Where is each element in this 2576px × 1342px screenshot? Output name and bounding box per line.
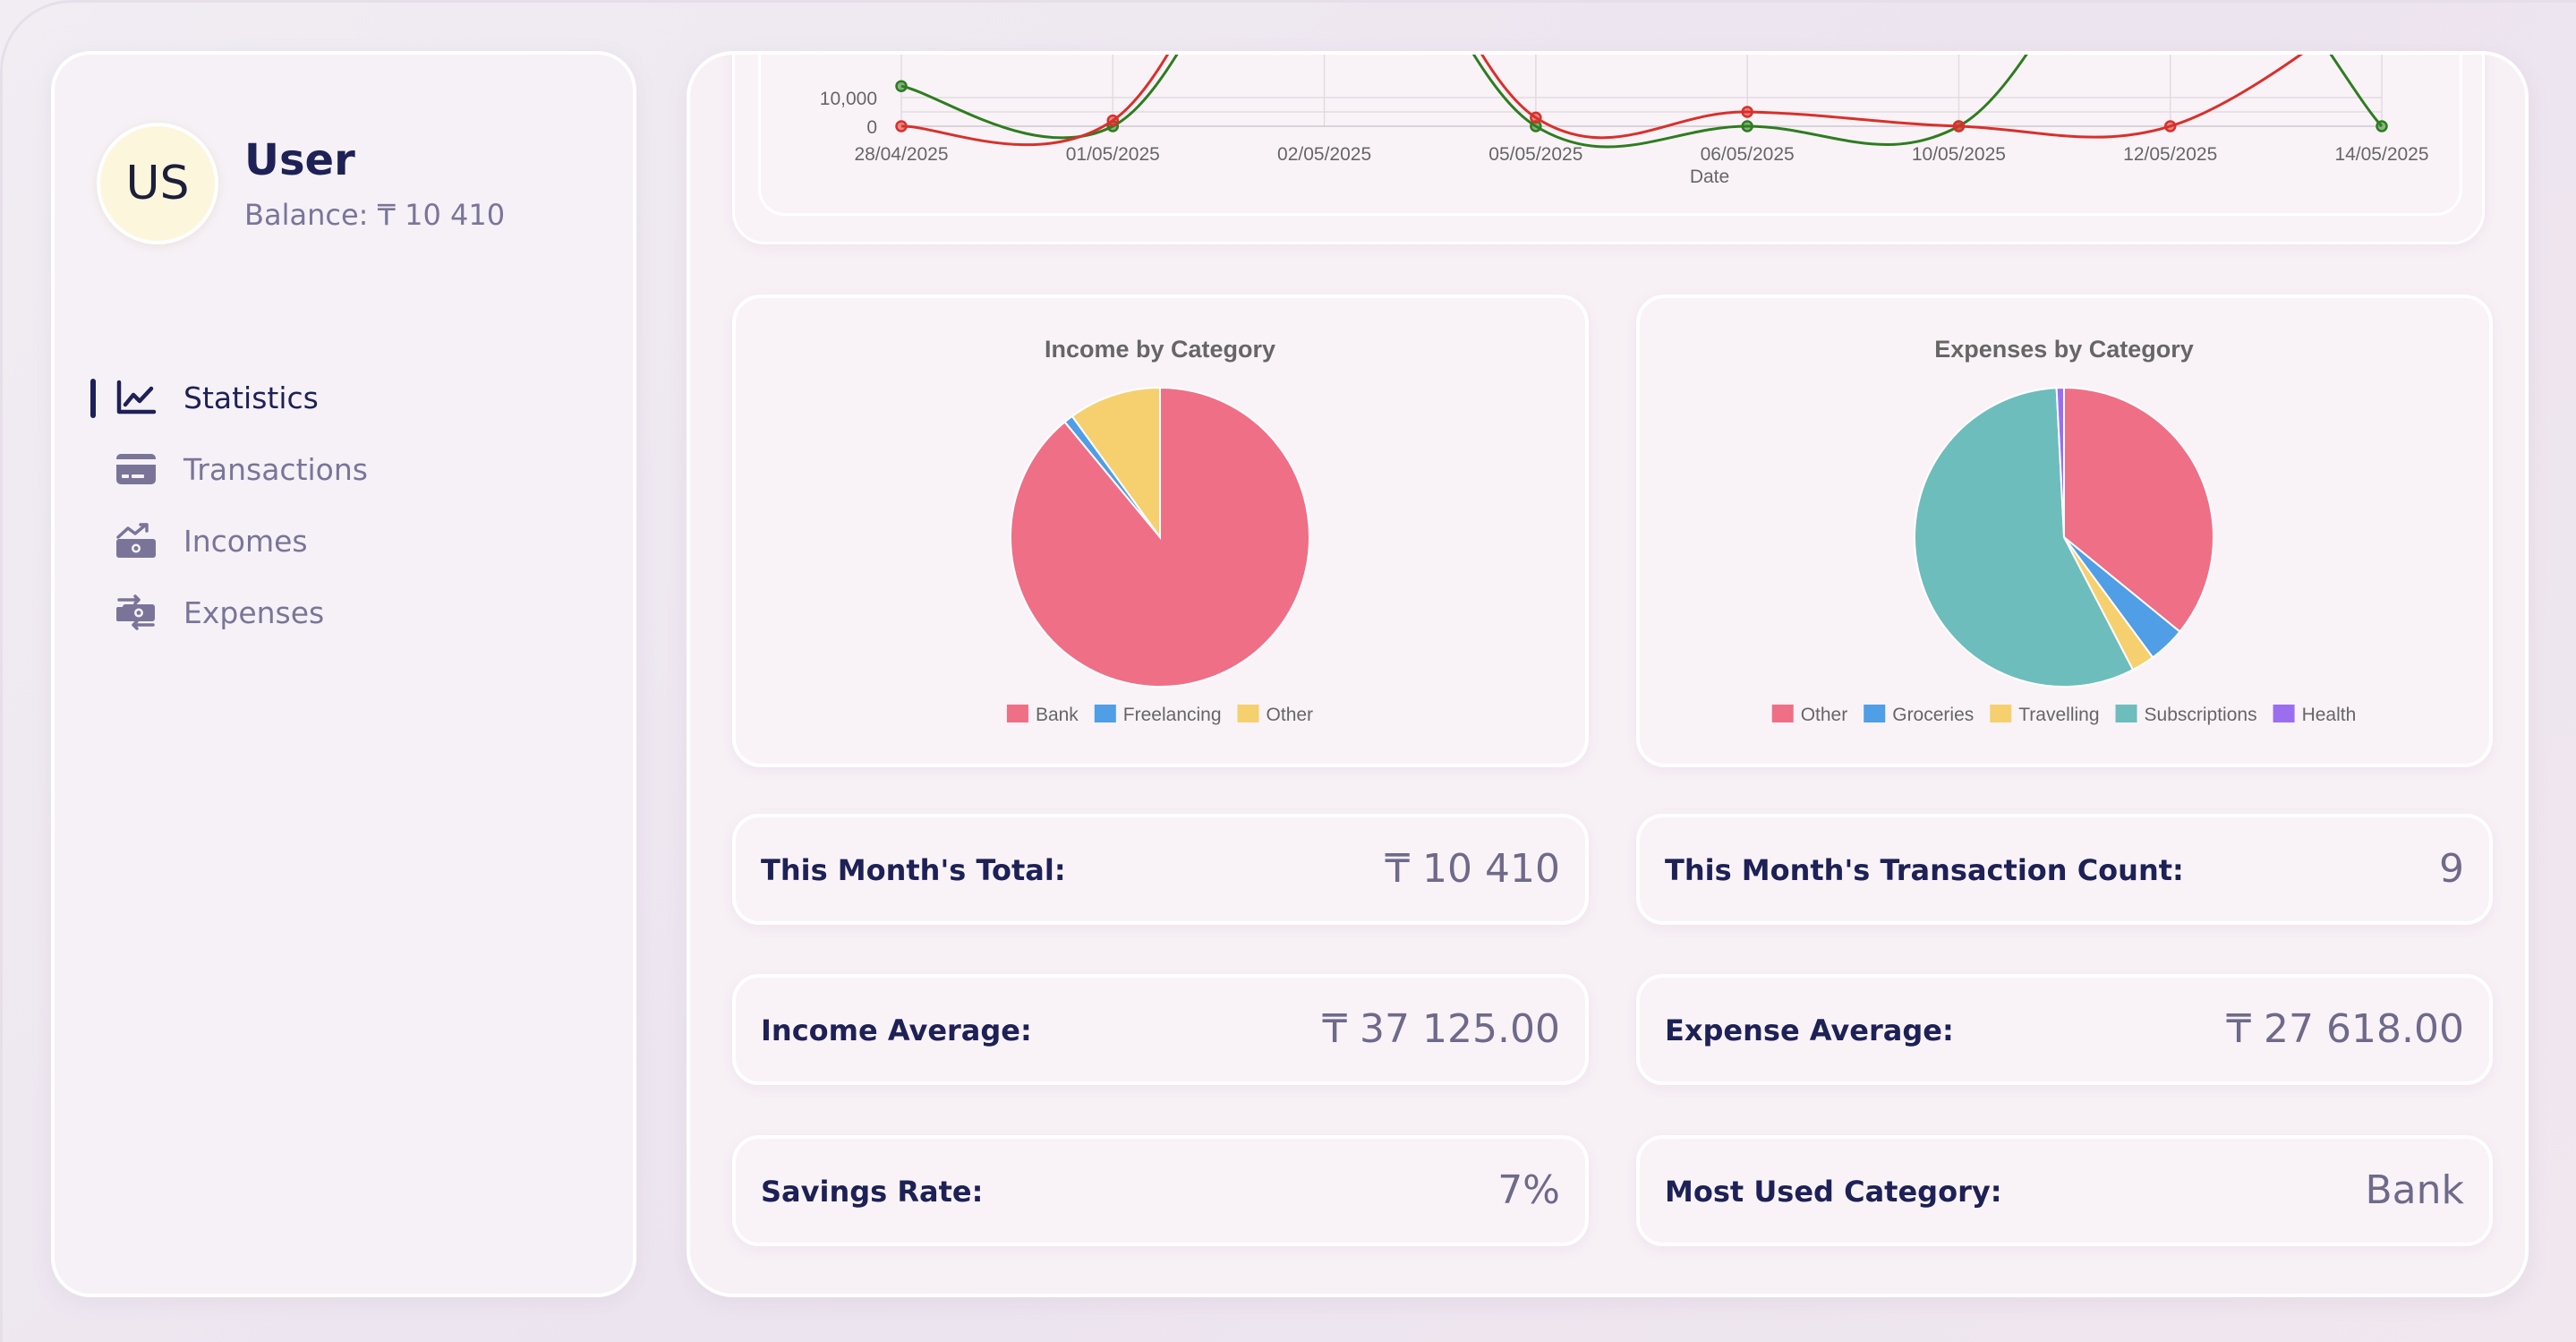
pie-slices (1010, 386, 1310, 688)
legend-swatch (1237, 705, 1259, 722)
chart-title: Income by Category (1045, 336, 1275, 363)
money-exchange-icon (116, 594, 155, 630)
line-chart-container: 10,000 0 28/04/2025 01/05/2025 02/05/2025 0… (758, 55, 2462, 216)
stat-card-savings-rate: Savings Rate: 7% (732, 1135, 1589, 1246)
sidebar-nav: Statistics Transactions Incomes Expenses (90, 370, 592, 656)
x-tick-label: 02/05/2025 (1277, 144, 1371, 165)
stat-value: 7% (1497, 1167, 1560, 1213)
x-axis-title: Date (1690, 167, 1729, 187)
y-tick-label: 0 (866, 117, 877, 138)
x-tick-labels: 28/04/2025 01/05/2025 02/05/2025 05/05/2025… (854, 144, 2428, 165)
sidebar-item-transactions[interactable]: Transactions (90, 441, 592, 497)
stat-label: This Month's Transaction Count: (1665, 853, 2184, 887)
legend-swatch (2115, 705, 2137, 722)
active-indicator (90, 379, 96, 418)
user-name: User (244, 135, 355, 185)
legend-swatch (1006, 705, 1028, 722)
x-tick-label: 28/04/2025 (854, 144, 948, 165)
data-point (1530, 111, 1542, 124)
chart-legend: Other Groceries Travelling Subscriptions Hea… (1771, 705, 2357, 725)
legend-label: Travelling (2018, 705, 2099, 725)
legend-label: Groceries (1892, 705, 1974, 725)
sidebar-item-expenses[interactable]: Expenses (90, 585, 592, 640)
x-tick-label: 01/05/2025 (1066, 144, 1160, 165)
sidebar: US User Balance: ₸ 10 410 Statistics Tra… (51, 51, 636, 1297)
income-category-card: Income by Category Bank Freelancing Other (732, 295, 1589, 767)
x-tick-label: 06/05/2025 (1701, 144, 1795, 165)
sidebar-item-label: Incomes (183, 524, 308, 559)
sidebar-item-incomes[interactable]: Incomes (90, 513, 592, 568)
legend-label: Other (1801, 705, 1848, 725)
data-point (2163, 120, 2177, 132)
stat-value: ₸ 37 125.00 (1322, 1006, 1560, 1052)
main-panel[interactable]: 10,000 0 28/04/2025 01/05/2025 02/05/2025 0… (687, 51, 2529, 1297)
stat-label: Savings Rate: (761, 1175, 984, 1209)
stat-label: This Month's Total: (761, 853, 1066, 887)
data-point (1106, 114, 1120, 127)
stat-value: ₸ 10 410 (1385, 846, 1560, 892)
sidebar-item-statistics[interactable]: Statistics (90, 370, 592, 425)
legend-label: Subscriptions (2145, 705, 2257, 725)
x-tick-label: 10/05/2025 (1912, 144, 2006, 165)
stat-label: Income Average: (761, 1013, 1032, 1047)
chart-legend: Bank Freelancing Other (1006, 705, 1314, 725)
data-point (895, 80, 908, 92)
legend-swatch (1771, 705, 1794, 722)
expense-category-card: Expenses by Category Other Groceries Trave… (1636, 295, 2493, 767)
data-point (1952, 120, 1966, 132)
pie-slices (1914, 386, 2214, 688)
sidebar-item-label: Statistics (183, 380, 319, 415)
stat-card-expense-average: Expense Average: ₸ 27 618.00 (1636, 974, 2493, 1085)
money-trend-icon (116, 523, 156, 558)
legend-label: Freelancing (1123, 705, 1222, 725)
avatar[interactable]: US (97, 123, 218, 244)
legend-label: Other (1267, 705, 1314, 725)
stat-card-month-total: This Month's Total: ₸ 10 410 (732, 814, 1589, 925)
x-tick-label: 05/05/2025 (1488, 144, 1582, 165)
data-point (895, 120, 908, 132)
x-tick-label: 14/05/2025 (2334, 144, 2428, 165)
data-point (2376, 120, 2388, 132)
stat-value: ₸ 27 618.00 (2226, 1006, 2464, 1052)
stat-card-most-used-category: Most Used Category: Bank (1636, 1135, 2493, 1246)
sidebar-item-label: Expenses (183, 595, 325, 630)
legend-swatch (1094, 705, 1116, 722)
data-point (1741, 106, 1753, 118)
line-chart: 10,000 0 28/04/2025 01/05/2025 02/05/2025 0… (820, 55, 2429, 187)
x-tick-label: 12/05/2025 (2123, 144, 2217, 165)
credit-card-icon (116, 454, 156, 484)
legend-swatch (1990, 705, 2012, 722)
stat-label: Most Used Category: (1665, 1175, 2002, 1209)
y-tick-label: 10,000 (820, 89, 877, 109)
line-chart-grid (900, 55, 2383, 127)
stat-value: 9 (2439, 846, 2464, 892)
line-series (895, 55, 2388, 149)
sidebar-item-label: Transactions (183, 452, 368, 487)
expense-pie-chart: Expenses by Category Other Groceries Trave… (1771, 336, 2357, 725)
stat-value: Bank (2365, 1167, 2464, 1213)
legend-swatch (2273, 705, 2295, 722)
stat-card-income-average: Income Average: ₸ 37 125.00 (732, 974, 1589, 1085)
legend-label: Health (2302, 705, 2357, 725)
chart-line-icon (116, 380, 157, 415)
legend-label: Bank (1036, 705, 1079, 725)
data-point (1741, 120, 1753, 132)
chart-title: Expenses by Category (1934, 336, 2194, 363)
income-pie-chart: Income by Category Bank Freelancing Other (1006, 336, 1314, 725)
legend-swatch (1864, 705, 1886, 722)
user-balance: Balance: ₸ 10 410 (244, 198, 506, 232)
stat-label: Expense Average: (1665, 1013, 1954, 1047)
stat-card-transaction-count: This Month's Transaction Count: 9 (1636, 814, 2493, 925)
